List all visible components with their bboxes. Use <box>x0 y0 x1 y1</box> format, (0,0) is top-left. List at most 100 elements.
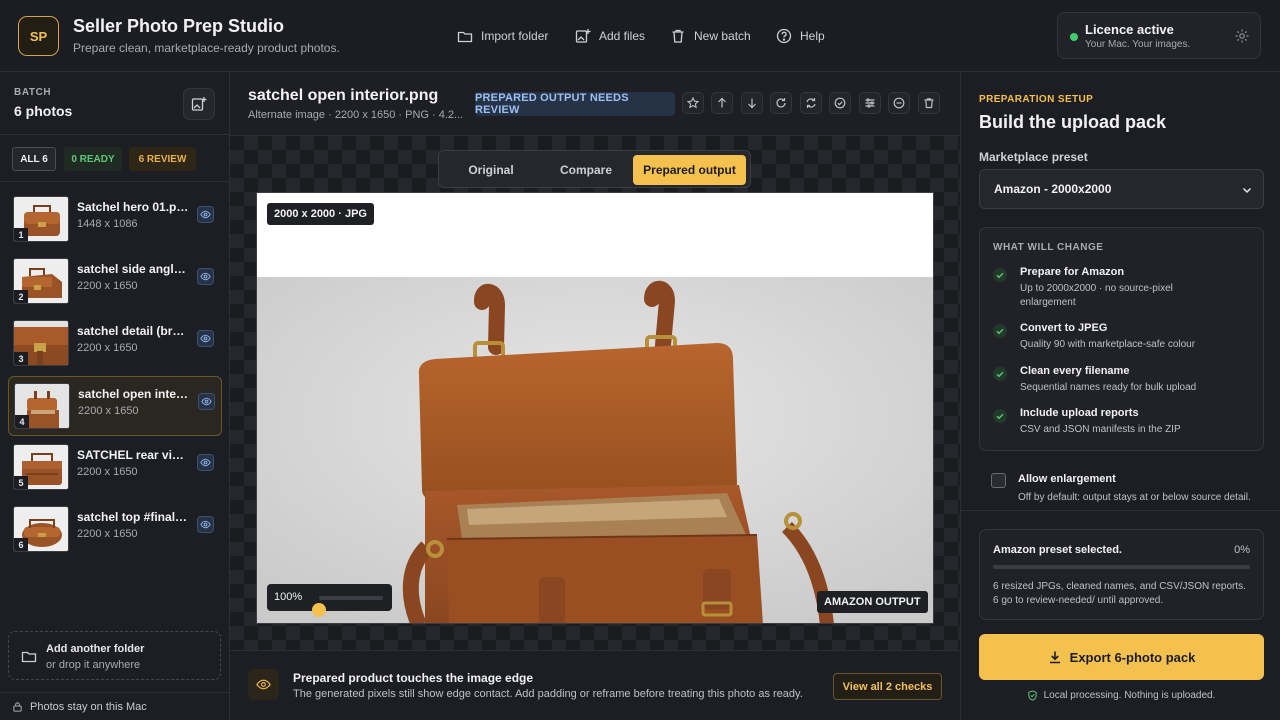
eye-icon[interactable] <box>197 330 214 347</box>
change-title: Prepare for Amazon <box>1020 266 1125 278</box>
batch-label: BATCH <box>14 87 52 98</box>
prepared-output-preview: 2000 x 2000 · JPG 100% AMAZON OUTPUT <box>256 192 934 624</box>
folder-icon <box>21 651 37 663</box>
photo-name: satchel top #final.png <box>77 510 189 524</box>
photo-thumbnail: 1 <box>13 196 69 242</box>
check-icon <box>993 324 1007 338</box>
folder-icon <box>457 31 473 43</box>
eye-icon[interactable] <box>197 268 214 285</box>
move-down-icon[interactable] <box>741 92 763 114</box>
eye-icon[interactable] <box>197 206 214 223</box>
privacy-note-text: Photos stay on this Mac <box>30 700 147 713</box>
privacy-note: Photos stay on this Mac <box>0 692 230 720</box>
photo-dimensions: 2200 x 1650 <box>77 342 138 354</box>
download-icon <box>1049 651 1060 664</box>
photo-list-item[interactable]: 3 satchel detail (brass).png 2200 x 1650 <box>8 314 222 374</box>
filter-ready[interactable]: 0 READY <box>64 147 122 171</box>
batch-count: 6 photos <box>14 103 73 119</box>
eye-icon[interactable] <box>197 516 214 533</box>
export-button-label: Export 6-photo pack <box>1069 649 1196 665</box>
photo-thumbnail: 3 <box>13 320 69 366</box>
add-folder-title: Add another folder <box>46 643 145 655</box>
import-folder-button[interactable]: Import folder <box>457 28 548 44</box>
change-description: Up to 2000x2000 · no source-pixel enlarg… <box>1020 283 1173 308</box>
photo-list-item-selected[interactable]: 4 satchel open interior.png 2200 x 1650 <box>8 376 222 436</box>
photo-number: 1 <box>14 228 28 241</box>
photo-name: satchel side angle.png <box>77 262 189 276</box>
photo-dimensions: 2200 x 1650 <box>78 405 139 417</box>
marketplace-preset-select[interactable]: Amazon - 2000x2000 <box>979 169 1264 209</box>
add-photos-button[interactable] <box>183 88 215 120</box>
allow-enlargement-description: Off by default: output stays at or below… <box>1018 492 1251 503</box>
batch-sidebar: BATCH 6 photos ALL 6 0 READY 6 REVIEW 1 … <box>0 72 230 720</box>
preparation-panel: PREPARATION SETUP Build the upload pack … <box>960 72 1280 720</box>
licence-status: Licence active Your Mac. Your images. <box>1057 12 1261 59</box>
photo-dimensions: 2200 x 1650 <box>77 528 138 540</box>
help-button[interactable]: Help <box>776 28 825 44</box>
allow-enlargement-option[interactable]: Allow enlargement Off by default: output… <box>979 462 1264 510</box>
change-description: Quality 90 with marketplace-safe colour <box>1020 339 1196 350</box>
trash-icon <box>672 29 684 43</box>
check-alert: Prepared product touches the image edge … <box>230 650 960 720</box>
eye-icon[interactable] <box>197 454 214 471</box>
changes-header: WHAT WILL CHANGE <box>993 242 1104 253</box>
panel-kicker: PREPARATION SETUP <box>979 94 1094 105</box>
import-folder-label: Import folder <box>481 29 549 43</box>
help-icon <box>776 28 792 44</box>
preview-canvas: Original Compare Prepared output 2000 x … <box>230 136 960 650</box>
local-processing-text: Local processing. Nothing is uploaded. <box>1043 690 1216 701</box>
photo-list-item[interactable]: 1 Satchel hero 01.png 1448 x 1086 <box>8 190 222 250</box>
zoom-percent: 100% <box>274 591 303 603</box>
filter-review[interactable]: 6 REVIEW <box>129 147 196 171</box>
move-up-icon[interactable] <box>711 92 733 114</box>
zoom-slider-track[interactable] <box>312 596 383 617</box>
add-folder-dropzone[interactable]: Add another folder or drop it anywhere <box>8 631 221 680</box>
photo-name: satchel detail (brass).png <box>77 324 189 338</box>
photo-list-item[interactable]: 5 SATCHEL rear view.png 2200 x 1650 <box>8 438 222 498</box>
photo-dimensions: 1448 x 1086 <box>77 218 138 230</box>
photo-number: 3 <box>14 352 28 365</box>
remove-icon[interactable] <box>888 92 910 114</box>
add-files-button[interactable]: Add files <box>575 28 645 44</box>
check-icon <box>993 367 1007 381</box>
image-filename: satchel open interior.png <box>248 87 439 104</box>
tab-compare[interactable]: Compare <box>539 155 633 185</box>
app-title: Seller Photo Prep Studio <box>73 16 285 36</box>
changes-summary: WHAT WILL CHANGE Prepare for Amazon Up t… <box>979 227 1264 451</box>
rotate-icon[interactable] <box>770 92 792 114</box>
gear-icon[interactable] <box>1234 28 1250 44</box>
photo-list-item[interactable]: 2 satchel side angle.png 2200 x 1650 <box>8 252 222 312</box>
filter-all[interactable]: ALL 6 <box>12 147 56 171</box>
output-label-chip: AMAZON OUTPUT <box>817 591 928 613</box>
approve-icon[interactable] <box>829 92 851 114</box>
change-title: Convert to JPEG <box>1020 322 1108 334</box>
new-batch-label: New batch <box>694 29 751 43</box>
eye-icon <box>248 669 279 700</box>
export-button[interactable]: Export 6-photo pack <box>979 634 1264 680</box>
panel-divider <box>961 510 1280 511</box>
star-icon[interactable] <box>682 92 704 114</box>
photo-number: 2 <box>14 290 28 303</box>
view-checks-button[interactable]: View all 2 checks <box>833 673 942 700</box>
delete-icon[interactable] <box>918 92 940 114</box>
zoom-control[interactable]: 100% <box>267 584 392 617</box>
eye-icon[interactable] <box>198 393 215 410</box>
adjust-icon[interactable] <box>859 92 881 114</box>
local-processing-note: Local processing. Nothing is uploaded. <box>961 690 1280 701</box>
change-description: CSV and JSON manifests in the ZIP <box>1020 424 1181 435</box>
progress-bar <box>993 565 1250 569</box>
status-description: 6 resized JPGs, cleaned names, and CSV/J… <box>993 581 1246 606</box>
add-image-icon <box>191 97 207 111</box>
tab-original[interactable]: Original <box>443 155 539 185</box>
image-header: satchel open interior.png Alternate imag… <box>230 72 960 136</box>
new-batch-button[interactable]: New batch <box>670 28 751 44</box>
panel-title: Build the upload pack <box>979 112 1167 132</box>
allow-enlargement-checkbox[interactable] <box>991 473 1006 488</box>
licence-title: Licence active <box>1085 22 1174 37</box>
tab-prepared-output[interactable]: Prepared output <box>633 155 746 185</box>
status-title: Amazon preset selected. <box>993 544 1122 556</box>
photo-list-item[interactable]: 6 satchel top #final.png 2200 x 1650 <box>8 500 222 560</box>
image-meta: Alternate image · 2200 x 1650 · PNG · 4.… <box>248 109 464 121</box>
refresh-icon[interactable] <box>800 92 822 114</box>
zoom-slider-handle[interactable] <box>312 603 326 617</box>
